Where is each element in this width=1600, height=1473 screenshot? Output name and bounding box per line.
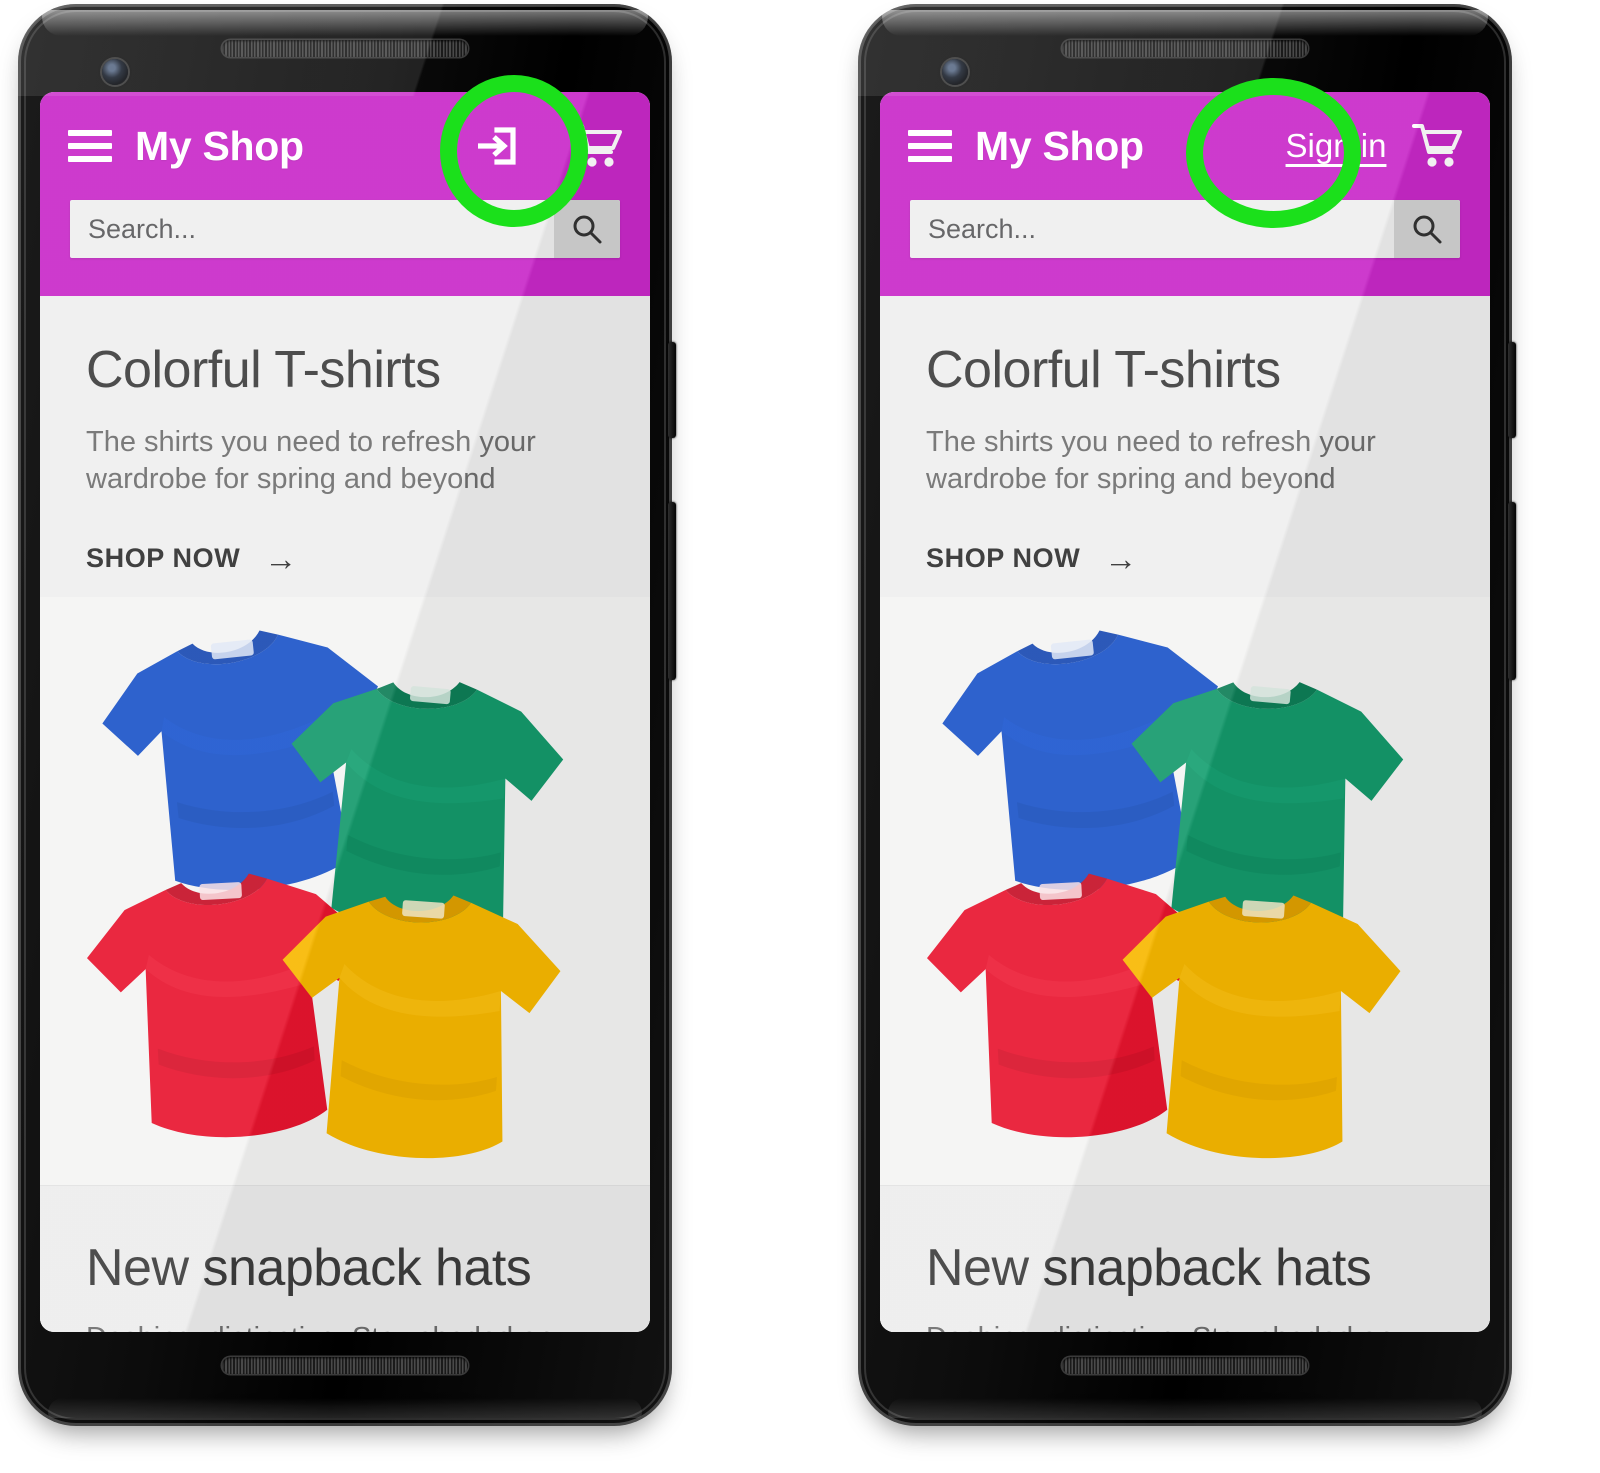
phone-panel-right: My Shop Sign in Search... Colorful T-shi… — [800, 0, 1600, 1473]
page-content: Colorful T-shirts The shirts you need to… — [880, 296, 1490, 1332]
search-bar[interactable] — [70, 200, 620, 258]
next-card-subtitle: Dashing, distinctive. Stay shaded on sun… — [86, 1320, 604, 1332]
next-card-subtitle: Dashing, distinctive. Stay shaded on sun… — [926, 1320, 1444, 1332]
arrow-right-icon: → — [264, 540, 298, 578]
sign-in-button[interactable] — [436, 113, 556, 179]
shop-now-button[interactable]: SHOP NOW → — [86, 542, 298, 575]
sign-in-label: Sign in — [1285, 127, 1387, 164]
power-button[interactable] — [1508, 342, 1516, 438]
tshirt-yellow — [248, 865, 578, 1185]
arrow-right-icon: → — [1104, 540, 1138, 578]
comparison-stage: My Shop Search... Colorful T-shirts The … — [0, 0, 1600, 1473]
hero-title: Colorful T-shirts — [926, 341, 1281, 399]
shopping-cart-icon[interactable] — [570, 121, 624, 171]
bevel-top — [42, 10, 648, 36]
next-card-title: New snapback hats — [926, 1239, 1372, 1298]
search-input[interactable] — [910, 200, 1394, 258]
hero-title: Colorful T-shirts — [86, 341, 441, 399]
volume-rocker-button[interactable] — [668, 502, 676, 680]
next-card: New snapback hats Dashing, distinctive. … — [880, 1186, 1490, 1332]
next-card-title: New snapback hats — [86, 1239, 532, 1298]
hero-card: Colorful T-shirts The shirts you need to… — [880, 296, 1490, 1186]
bevel-top — [882, 10, 1488, 36]
hero-card: Colorful T-shirts The shirts you need to… — [40, 296, 650, 1186]
power-button[interactable] — [668, 342, 676, 438]
phone-panel-left: My Shop Search... Colorful T-shirts The … — [0, 0, 800, 1473]
search-button[interactable] — [554, 200, 620, 258]
login-arrow-icon[interactable] — [471, 121, 521, 171]
shop-now-label: SHOP NOW — [926, 543, 1081, 574]
app-bar-row: My Shop Sign in — [880, 92, 1490, 200]
speaker-grille-icon — [1062, 1357, 1308, 1374]
phone-device-left: My Shop Search... Colorful T-shirts The … — [18, 4, 676, 1426]
search-row — [40, 200, 650, 258]
phone-screen-right: My Shop Sign in Search... Colorful T-shi… — [880, 92, 1490, 1332]
app-title: My Shop — [975, 122, 1144, 169]
front-camera-icon — [942, 59, 968, 85]
tshirt-yellow — [1088, 865, 1418, 1185]
hamburger-menu-icon[interactable] — [68, 130, 112, 162]
front-camera-icon — [102, 59, 128, 85]
speaker-grille-icon — [222, 40, 468, 57]
app-bar-row: My Shop — [40, 92, 650, 200]
search-button[interactable] — [1394, 200, 1460, 258]
device-shadow — [970, 1384, 1400, 1408]
app-bar: My Shop — [40, 92, 650, 296]
volume-rocker-button[interactable] — [1508, 502, 1516, 680]
app-title: My Shop — [135, 122, 304, 169]
speaker-grille-icon — [222, 1357, 468, 1374]
speaker-grille-icon — [1062, 40, 1308, 57]
search-bar[interactable] — [910, 200, 1460, 258]
hamburger-menu-icon[interactable] — [908, 130, 952, 162]
hero-subtitle: The shirts you need to refresh your ward… — [86, 426, 536, 496]
product-photo — [880, 597, 1490, 1186]
device-shadow — [130, 1384, 560, 1408]
app-bar: My Shop Sign in — [880, 92, 1490, 296]
search-row — [880, 200, 1490, 258]
shopping-cart-icon[interactable] — [1410, 121, 1464, 171]
phone-screen-left: My Shop Search... Colorful T-shirts The … — [40, 92, 650, 1332]
shop-now-button[interactable]: SHOP NOW → — [926, 542, 1138, 575]
product-photo — [40, 597, 650, 1186]
next-card: New snapback hats Dashing, distinctive. … — [40, 1186, 650, 1332]
hero-subtitle: The shirts you need to refresh your ward… — [926, 426, 1376, 496]
shop-now-label: SHOP NOW — [86, 543, 241, 574]
phone-device-right: My Shop Sign in Search... Colorful T-shi… — [858, 4, 1516, 1426]
page-content: Colorful T-shirts The shirts you need to… — [40, 296, 650, 1332]
search-input[interactable] — [70, 200, 554, 258]
sign-in-link[interactable]: Sign in — [1276, 113, 1396, 179]
